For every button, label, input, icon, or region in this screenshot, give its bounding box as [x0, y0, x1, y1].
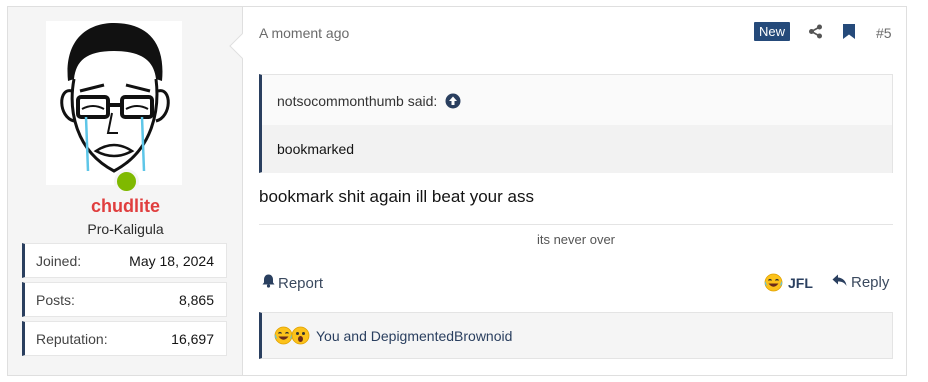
user-title: Pro-Kaligula — [87, 221, 164, 237]
avatar-image — [46, 21, 182, 185]
user-sidebar: chudlite Pro-Kaligula Joined: May 18, 20… — [8, 7, 243, 375]
signature-divider — [259, 224, 893, 225]
reply-arrow-icon — [832, 274, 847, 291]
post-timestamp[interactable]: A moment ago — [259, 25, 349, 41]
quote-author[interactable]: notsocommonthumb said: — [277, 93, 437, 109]
stat-value: 8,865 — [178, 291, 214, 308]
stat-joined: Joined: May 18, 2024 — [22, 243, 227, 278]
forum-post: chudlite Pro-Kaligula Joined: May 18, 20… — [7, 6, 907, 376]
stat-label: Joined: — [36, 252, 82, 269]
reaction-label: JFL — [788, 274, 813, 291]
username[interactable]: chudlite — [8, 196, 243, 217]
stat-label: Reputation: — [36, 330, 108, 347]
quote-block: notsocommonthumb said: bookmarked — [259, 74, 893, 173]
reactions-bar[interactable]: You and DepigmentedBrownoid — [259, 312, 893, 359]
reply-button[interactable]: Reply — [832, 274, 889, 291]
reply-label: Reply — [851, 274, 890, 291]
post-message: bookmark shit again ill beat your ass — [259, 187, 534, 206]
report-label: Report — [278, 274, 324, 292]
stat-posts: Posts: 8,865 — [22, 282, 227, 317]
user-signature: its never over — [536, 232, 616, 247]
post-number-link[interactable]: #5 — [876, 25, 892, 41]
shocked-emoji-icon — [291, 326, 310, 345]
post-main: A moment ago New #5 notsocommonthumb sai… — [244, 7, 906, 375]
quote-text: bookmarked — [262, 125, 892, 173]
share-icon[interactable] — [808, 24, 823, 44]
laughing-crying-emoji-icon — [764, 273, 783, 292]
reaction-button[interactable]: JFL — [764, 273, 813, 292]
new-badge: New — [754, 22, 791, 41]
reactions-summary[interactable]: You and DepigmentedBrownoid — [316, 328, 512, 344]
up-arrow-icon[interactable] — [445, 93, 461, 112]
stat-reputation: Reputation: 16,697 — [22, 321, 227, 356]
bookmark-icon[interactable] — [843, 24, 855, 44]
avatar[interactable] — [46, 21, 182, 194]
stat-value: May 18, 2024 — [129, 252, 214, 269]
bell-icon — [262, 274, 275, 292]
stat-label: Posts: — [36, 291, 75, 308]
online-status-indicator — [114, 169, 139, 194]
stat-value: 16,697 — [171, 330, 214, 347]
quote-header[interactable]: notsocommonthumb said: — [262, 75, 892, 125]
report-button[interactable]: Report — [262, 274, 323, 292]
